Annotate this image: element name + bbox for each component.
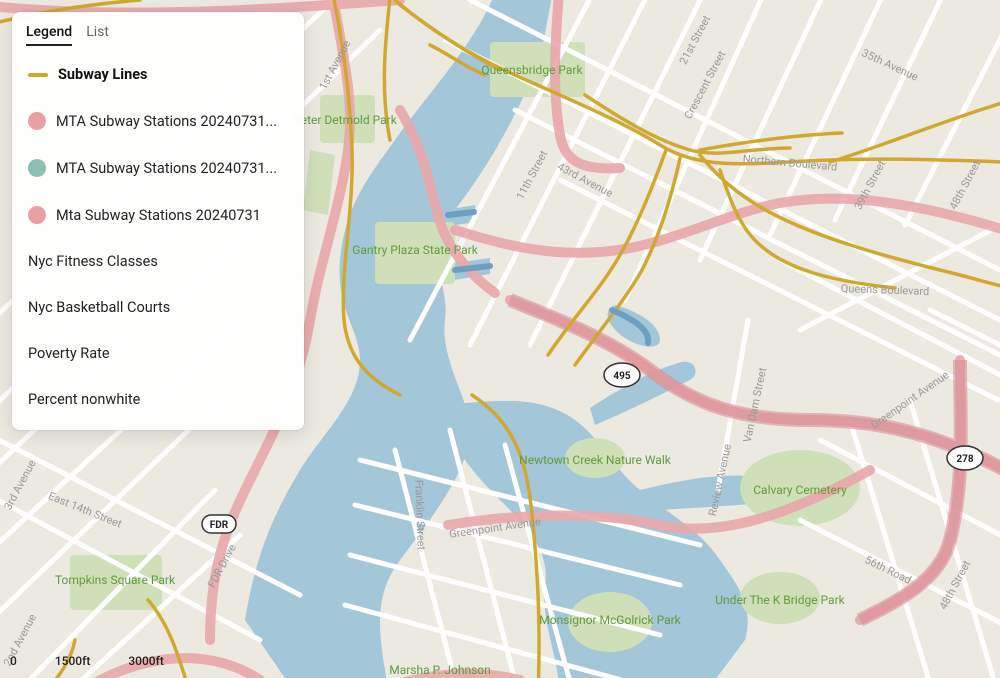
route-shield-fdr: FDR	[202, 515, 236, 533]
svg-text:495: 495	[613, 371, 630, 382]
svg-text:278: 278	[956, 454, 973, 465]
route-shield-278: 278	[947, 446, 983, 470]
panel-tabs: Legend List	[12, 12, 304, 52]
legend-item-label: Subway Lines	[58, 66, 148, 83]
legend-item[interactable]: Percent nonwhite	[12, 376, 304, 422]
legend-panel: Legend List Subway Lines MTA Subway Stati…	[12, 12, 304, 430]
legend-item-label: Nyc Basketball Courts	[28, 299, 170, 316]
dot-swatch-icon	[28, 112, 46, 130]
svg-text:FDR: FDR	[210, 520, 229, 531]
line-swatch-icon	[28, 73, 48, 77]
legend-item[interactable]: Poverty Rate	[12, 330, 304, 376]
legend-item-label: Nyc Fitness Classes	[28, 253, 158, 270]
tab-list[interactable]: List	[86, 24, 109, 46]
scale-tick: 1500ft	[55, 654, 91, 668]
legend-item-label: Percent nonwhite	[28, 391, 140, 408]
route-shield-495: 495	[604, 363, 640, 387]
dot-swatch-icon	[28, 159, 46, 177]
legend-item[interactable]: Nyc Basketball Courts	[12, 284, 304, 330]
dot-swatch-icon	[28, 206, 46, 224]
legend-item-label: MTA Subway Stations 20240731...	[56, 160, 277, 177]
tab-legend[interactable]: Legend	[26, 24, 72, 46]
legend-item-label: Mta Subway Stations 20240731	[56, 207, 261, 224]
legend-item[interactable]: Nyc Fitness Classes	[12, 238, 304, 284]
legend-item[interactable]: Subway Lines	[12, 52, 304, 97]
scale-tick: 0	[10, 654, 17, 668]
legend-item-label: MTA Subway Stations 20240731...	[56, 113, 277, 130]
legend-item-label: Poverty Rate	[28, 345, 110, 362]
legend-item[interactable]: MTA Subway Stations 20240731...	[12, 144, 304, 191]
scale-tick: 3000ft	[128, 654, 164, 668]
scale-bar: 0 1500ft 3000ft	[10, 654, 164, 668]
legend-item[interactable]: MTA Subway Stations 20240731...	[12, 97, 304, 144]
legend-item[interactable]: Mta Subway Stations 20240731	[12, 191, 304, 238]
